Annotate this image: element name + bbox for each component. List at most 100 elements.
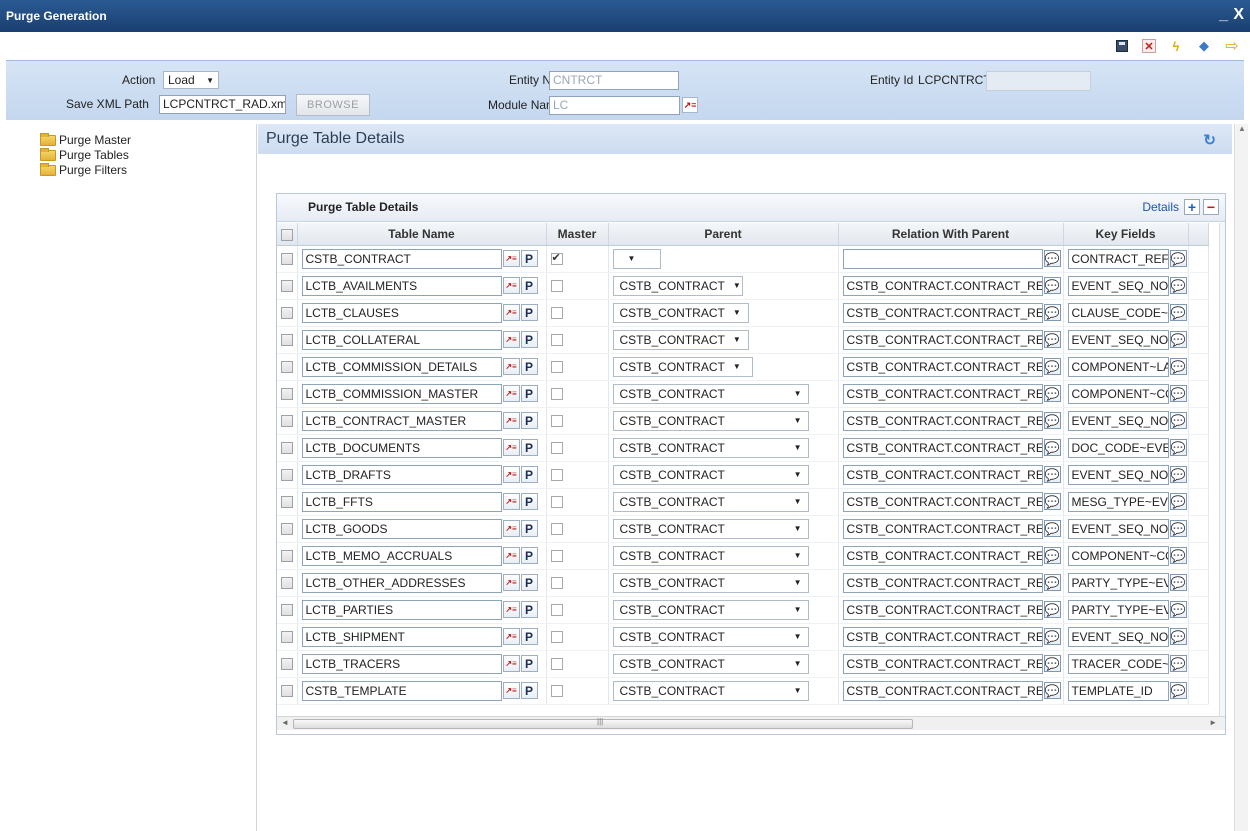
comment-icon[interactable]: 💬 bbox=[1043, 655, 1061, 672]
row-checkbox[interactable] bbox=[281, 415, 293, 428]
table-lov-icon[interactable]: ↗≡ bbox=[502, 385, 520, 402]
table-lov-icon[interactable]: ↗≡ bbox=[502, 493, 520, 510]
comment-icon[interactable]: 💬 bbox=[1169, 385, 1187, 402]
master-checkbox[interactable] bbox=[550, 685, 563, 698]
comment-icon[interactable]: 💬 bbox=[1169, 358, 1187, 375]
relation-input[interactable]: CSTB_CONTRACT.CONTRACT_REF bbox=[842, 464, 1043, 485]
table-lov-icon[interactable]: ↗≡ bbox=[502, 520, 520, 537]
parent-select[interactable]: CSTB_CONTRACT ▼ bbox=[612, 437, 809, 458]
action-select[interactable]: Load ▼ bbox=[163, 71, 219, 89]
table-name-input[interactable]: LCTB_TRACERS bbox=[301, 653, 502, 674]
parent-select[interactable]: ▼ bbox=[612, 248, 661, 269]
comment-icon[interactable]: 💬 bbox=[1169, 466, 1187, 483]
relation-input[interactable]: CSTB_CONTRACT.CONTRACT_REF bbox=[842, 437, 1043, 458]
master-checkbox[interactable] bbox=[550, 496, 563, 509]
comment-icon[interactable]: 💬 bbox=[1043, 628, 1061, 645]
relation-input[interactable]: CSTB_CONTRACT.CONTRACT_REF bbox=[842, 653, 1043, 674]
parent-select[interactable]: CSTB_CONTRACT ▼ bbox=[612, 329, 749, 350]
table-lov-icon[interactable]: ↗≡ bbox=[502, 682, 520, 699]
comment-icon[interactable]: 💬 bbox=[1043, 601, 1061, 618]
row-checkbox[interactable] bbox=[281, 523, 293, 536]
row-checkbox[interactable] bbox=[281, 334, 293, 347]
key-fields-input[interactable]: CONTRACT_REF_NO bbox=[1067, 248, 1169, 269]
save-xml-path-input[interactable]: LCPCNTRCT_RAD.xml bbox=[159, 95, 286, 114]
relation-input[interactable]: CSTB_CONTRACT.CONTRACT_REF bbox=[842, 383, 1043, 404]
table-name-input[interactable]: LCTB_DRAFTS bbox=[301, 464, 502, 485]
tree-item-purge-tables[interactable]: Purge Tables bbox=[40, 148, 131, 163]
table-name-input[interactable]: LCTB_COMMISSION_MASTER bbox=[301, 383, 502, 404]
master-checkbox[interactable] bbox=[550, 577, 563, 590]
comment-icon[interactable]: 💬 bbox=[1043, 547, 1061, 564]
comment-icon[interactable]: 💬 bbox=[1169, 520, 1187, 537]
parent-select[interactable]: CSTB_CONTRACT ▼ bbox=[612, 518, 809, 539]
table-lov-icon[interactable]: ↗≡ bbox=[502, 412, 520, 429]
scroll-right-icon[interactable]: ► bbox=[1209, 718, 1217, 727]
table-lov-icon[interactable]: ↗≡ bbox=[502, 601, 520, 618]
relation-input[interactable]: CSTB_CONTRACT.CONTRACT_REF bbox=[842, 545, 1043, 566]
module-lov-icon[interactable]: ↗≡ bbox=[682, 97, 698, 113]
relation-input[interactable] bbox=[842, 248, 1043, 269]
p-button[interactable]: P bbox=[520, 520, 538, 537]
tree-item-purge-filters[interactable]: Purge Filters bbox=[40, 163, 131, 178]
master-checkbox[interactable] bbox=[550, 307, 563, 320]
comment-icon[interactable]: 💬 bbox=[1043, 385, 1061, 402]
p-button[interactable]: P bbox=[520, 277, 538, 294]
parent-select[interactable]: CSTB_CONTRACT ▼ bbox=[612, 572, 809, 593]
save-icon[interactable] bbox=[1114, 38, 1130, 54]
table-name-input[interactable]: CSTB_TEMPLATE bbox=[301, 680, 502, 701]
browse-button[interactable]: BROWSE bbox=[296, 94, 370, 116]
comment-icon[interactable]: 💬 bbox=[1043, 493, 1061, 510]
master-checkbox[interactable] bbox=[550, 280, 563, 293]
parent-select[interactable]: CSTB_CONTRACT ▼ bbox=[612, 410, 809, 431]
table-lov-icon[interactable]: ↗≡ bbox=[502, 439, 520, 456]
row-checkbox[interactable] bbox=[281, 469, 293, 482]
master-checkbox[interactable] bbox=[550, 631, 563, 644]
select-all-checkbox[interactable] bbox=[280, 228, 293, 241]
table-lov-icon[interactable]: ↗≡ bbox=[502, 574, 520, 591]
table-name-input[interactable]: LCTB_CONTRACT_MASTER bbox=[301, 410, 502, 431]
key-fields-input[interactable]: COMPONENT~CONTR bbox=[1067, 383, 1169, 404]
p-button[interactable]: P bbox=[520, 250, 538, 267]
relation-input[interactable]: CSTB_CONTRACT.CONTRACT_REF bbox=[842, 572, 1043, 593]
comment-icon[interactable]: 💬 bbox=[1169, 682, 1187, 699]
comment-icon[interactable]: 💬 bbox=[1169, 628, 1187, 645]
table-lov-icon[interactable]: ↗≡ bbox=[502, 358, 520, 375]
comment-icon[interactable]: 💬 bbox=[1043, 277, 1061, 294]
comment-icon[interactable]: 💬 bbox=[1169, 439, 1187, 456]
table-name-input[interactable]: LCTB_MEMO_ACCRUALS bbox=[301, 545, 502, 566]
master-checkbox[interactable] bbox=[550, 604, 563, 617]
key-fields-input[interactable]: EVENT_SEQ_NO~CON bbox=[1067, 329, 1169, 350]
comment-icon[interactable]: 💬 bbox=[1169, 250, 1187, 267]
comment-icon[interactable]: 💬 bbox=[1043, 358, 1061, 375]
relation-input[interactable]: CSTB_CONTRACT.CONTRACT_REF bbox=[842, 302, 1043, 323]
parent-select[interactable]: CSTB_CONTRACT ▼ bbox=[612, 275, 743, 296]
comment-icon[interactable]: 💬 bbox=[1043, 466, 1061, 483]
row-checkbox[interactable] bbox=[281, 253, 293, 266]
comment-icon[interactable]: 💬 bbox=[1043, 412, 1061, 429]
relation-input[interactable]: CSTB_CONTRACT.CONTRACT_REF bbox=[842, 626, 1043, 647]
p-button[interactable]: P bbox=[520, 439, 538, 456]
deploy-icon[interactable]: ◆ bbox=[1196, 38, 1212, 54]
parent-select[interactable]: CSTB_CONTRACT ▼ bbox=[612, 599, 809, 620]
grid-vertical-scrollbar[interactable] bbox=[1219, 223, 1225, 717]
exit-icon[interactable]: ⇨ bbox=[1224, 38, 1240, 55]
table-lov-icon[interactable]: ↗≡ bbox=[502, 655, 520, 672]
row-checkbox[interactable] bbox=[281, 577, 293, 590]
relation-input[interactable]: CSTB_CONTRACT.CONTRACT_REF bbox=[842, 491, 1043, 512]
table-lov-icon[interactable]: ↗≡ bbox=[502, 547, 520, 564]
key-fields-input[interactable]: EVENT_SEQ_NO~CON bbox=[1067, 626, 1169, 647]
p-button[interactable]: P bbox=[520, 304, 538, 321]
p-button[interactable]: P bbox=[520, 466, 538, 483]
page-scrollbar[interactable]: ▲ bbox=[1234, 124, 1248, 831]
p-button[interactable]: P bbox=[520, 601, 538, 618]
master-checkbox[interactable] bbox=[550, 523, 563, 536]
master-checkbox[interactable] bbox=[550, 334, 563, 347]
parent-select[interactable]: CSTB_CONTRACT ▼ bbox=[612, 356, 753, 377]
row-checkbox[interactable] bbox=[281, 442, 293, 455]
relation-input[interactable]: CSTB_CONTRACT.CONTRACT_REF bbox=[842, 329, 1043, 350]
key-fields-input[interactable]: TRACER_CODE~EVEN bbox=[1067, 653, 1169, 674]
table-name-input[interactable]: LCTB_GOODS bbox=[301, 518, 502, 539]
comment-icon[interactable]: 💬 bbox=[1043, 331, 1061, 348]
parent-select[interactable]: CSTB_CONTRACT ▼ bbox=[612, 545, 809, 566]
parent-select[interactable]: CSTB_CONTRACT ▼ bbox=[612, 464, 809, 485]
